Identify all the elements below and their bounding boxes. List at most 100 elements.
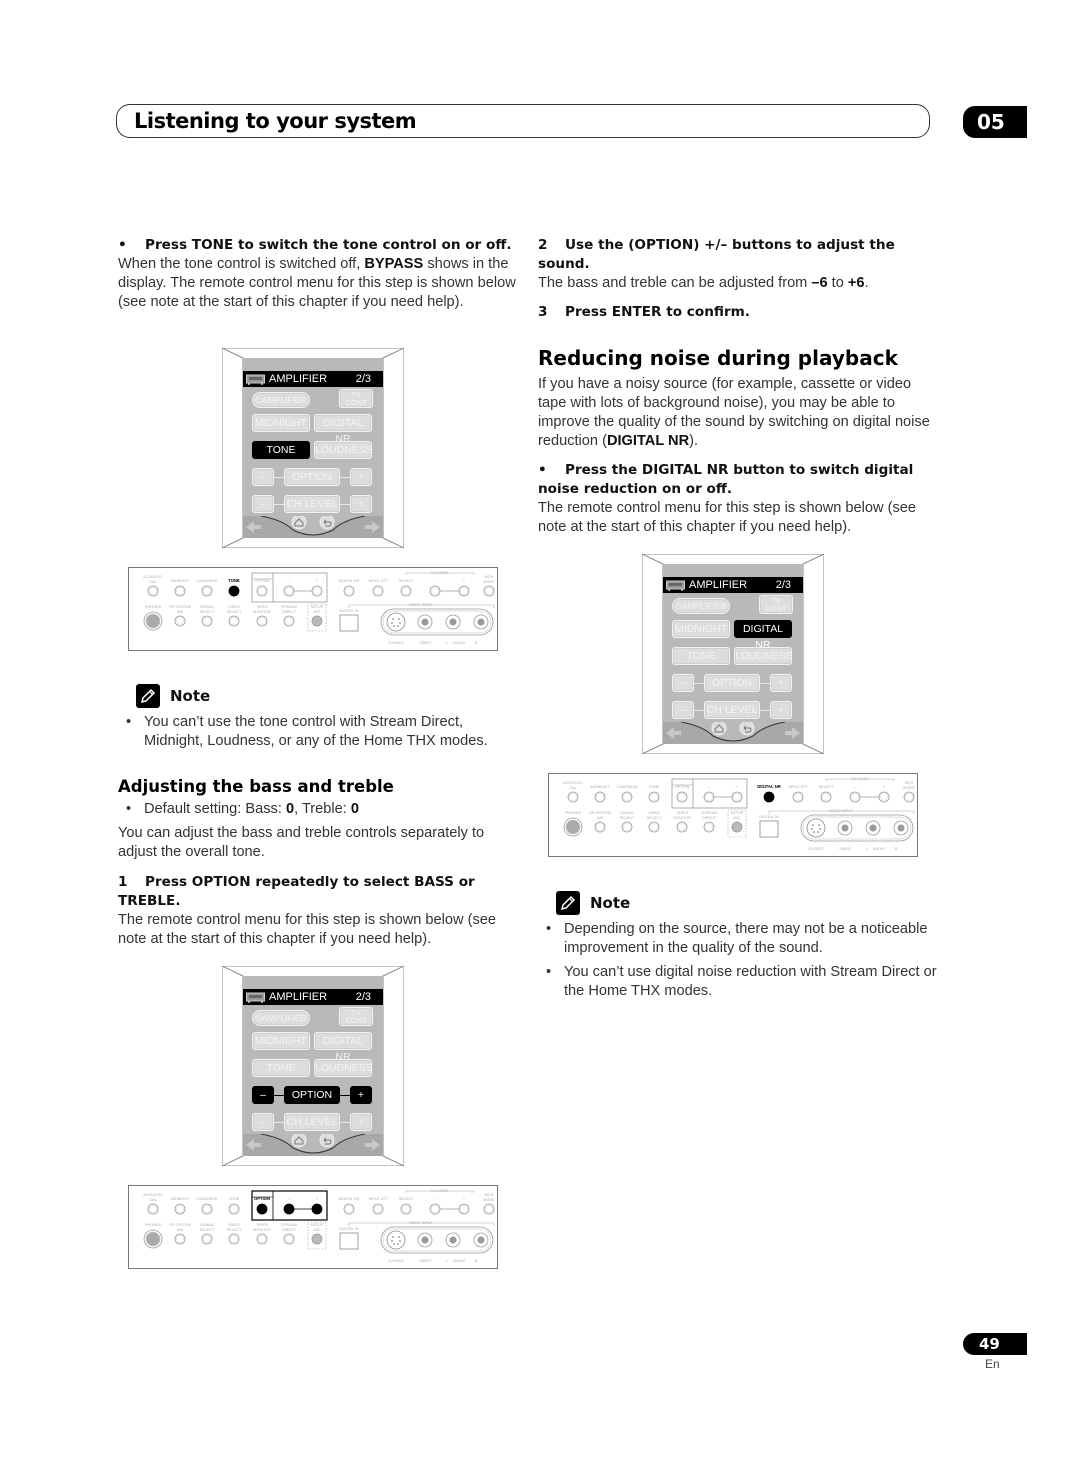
note-header: Note xyxy=(556,891,630,915)
home-icon[interactable] xyxy=(291,516,307,530)
panel-label: CAL xyxy=(569,786,576,790)
panel-label: MIDNIGHT xyxy=(591,785,610,789)
panel-label: VIDEO xyxy=(419,1259,431,1263)
amplifier-power-button[interactable]: ⏻AMPLIFIER xyxy=(252,392,310,408)
option-minus-button[interactable]: – xyxy=(252,1086,274,1104)
panel-button-option[interactable] xyxy=(256,1203,268,1215)
digital-in-port[interactable] xyxy=(339,614,359,632)
panel-label: SELECT xyxy=(620,816,635,820)
option-minus-button[interactable]: – xyxy=(252,468,274,486)
option-button[interactable]: OPTION xyxy=(284,468,340,486)
ch-level-button[interactable]: CH LEVEL xyxy=(284,495,340,513)
amplifier-power-button[interactable]: ⏻AMPLIFIER xyxy=(252,1010,310,1026)
return-icon[interactable] xyxy=(739,722,755,736)
setup-mic-jack[interactable] xyxy=(311,1233,323,1245)
ch-level-minus-button[interactable]: – xyxy=(672,701,694,719)
note-item: You can’t use the tone control with Stre… xyxy=(124,713,524,751)
panel-label: SP SYSTEM xyxy=(589,811,611,815)
panel-label: CAL xyxy=(149,1198,156,1202)
panel-label: VIDEO xyxy=(648,811,660,815)
panel-label: STREAM xyxy=(281,1223,297,1227)
digital-nr-button[interactable]: DIGITAL NR xyxy=(314,414,372,445)
midnight-button[interactable]: MIDNIGHT xyxy=(672,620,730,638)
panel-button-tone[interactable] xyxy=(228,585,240,597)
ch-level-plus-button[interactable]: + xyxy=(770,701,792,719)
remote-title: AMPLIFIER xyxy=(269,991,328,1003)
note-item: You can’t use digital noise reduction wi… xyxy=(544,963,944,1001)
home-icon[interactable] xyxy=(711,722,727,736)
s-video-jack[interactable] xyxy=(806,818,826,838)
tone-button[interactable]: TONE xyxy=(252,1059,310,1077)
option-plus-button[interactable]: + xyxy=(350,468,372,486)
ch-level-minus-button[interactable]: – xyxy=(252,495,274,513)
option-plus-button[interactable]: + xyxy=(770,674,792,692)
panel-label: + xyxy=(463,579,466,583)
panel-label: – xyxy=(288,579,291,583)
digital-nr-button[interactable]: DIGITAL NR xyxy=(734,620,792,651)
amplifier-power-button[interactable]: ⏻AMPLIFIER xyxy=(672,598,730,614)
panel-label: CH LEVEL xyxy=(851,777,869,781)
panel-label: DIGITAL NR xyxy=(757,784,781,789)
panel-label: + xyxy=(736,785,739,789)
remote-screen-option: AMPLIFIER 2/3 ⏻AMPLIFIER TV CONT MIDNIGHT… xyxy=(222,966,404,1166)
home-icon[interactable] xyxy=(291,1134,307,1148)
remote-screen: AMPLIFIER 2/3 ⏻AMPLIFIER TV CONT MIDNIGHT… xyxy=(663,564,803,744)
amplifier-device-icon xyxy=(246,374,265,385)
tv-cont-button[interactable]: TV CONT xyxy=(339,389,373,408)
panel-label: OPTION xyxy=(255,579,270,583)
panel-label: CAL xyxy=(149,580,156,584)
ch-level-plus-button[interactable]: + xyxy=(350,1113,372,1131)
panel-label: AUDIO xyxy=(873,847,885,851)
note-header: Note xyxy=(136,684,210,708)
ch-level-button[interactable]: CH LEVEL xyxy=(704,701,760,719)
noise-step: • Press the DIGITAL NR button to switch d… xyxy=(538,462,916,535)
panel-label: R xyxy=(475,1259,478,1263)
ch-level-button[interactable]: CH LEVEL xyxy=(284,1113,340,1131)
setup-mic-jack[interactable] xyxy=(731,821,743,833)
front-panel-drawing: CH LEVEL ACOUSTICCAL MIDNIGHT LOUDNESS TONE O… xyxy=(143,1189,495,1263)
panel-label: + xyxy=(316,579,319,583)
midnight-button[interactable]: MIDNIGHT xyxy=(252,1032,310,1050)
panel-label: R xyxy=(895,847,898,851)
note-list: Depending on the source, there may not b… xyxy=(544,920,944,1001)
amplifier-device-icon xyxy=(246,992,265,1003)
panel-button-digital-nr[interactable] xyxy=(763,791,775,803)
panel-label: SELECT xyxy=(200,610,215,614)
digital-in-port[interactable] xyxy=(339,1232,359,1250)
midnight-button[interactable]: MIDNIGHT xyxy=(252,414,310,432)
panel-label: MONITOR xyxy=(253,1228,271,1232)
option-button[interactable]: OPTION xyxy=(284,1086,340,1104)
panel-label: SP SYSTEM xyxy=(169,1223,191,1227)
bass-treble-intro: You can adjust the bass and treble contr… xyxy=(118,825,485,860)
remote-page: 2/3 xyxy=(775,579,791,591)
loudness-button[interactable]: LOUDNESS xyxy=(314,1059,373,1077)
loudness-button[interactable]: LOUDNESS xyxy=(314,441,373,459)
option-plus-button[interactable]: + xyxy=(350,1086,372,1104)
panel-label: VIDEO INPUT xyxy=(409,1221,434,1225)
setup-mic-jack[interactable] xyxy=(311,615,323,627)
panel-label: DIRECT xyxy=(282,610,297,614)
s-video-jack[interactable] xyxy=(386,1230,406,1250)
panel-button--[interactable] xyxy=(283,1203,295,1215)
return-icon[interactable] xyxy=(319,516,335,530)
panel-button--[interactable] xyxy=(311,1203,323,1215)
option-button[interactable]: OPTION xyxy=(704,674,760,692)
s-video-jack[interactable] xyxy=(386,612,406,632)
ch-level-plus-button[interactable]: + xyxy=(350,495,372,513)
option-minus-button[interactable]: – xyxy=(672,674,694,692)
panel-label: S-VIDEO xyxy=(808,847,824,851)
ch-level-minus-button[interactable]: – xyxy=(252,1113,274,1131)
panel-label: A/B xyxy=(177,610,184,614)
panel-label: PHONES xyxy=(145,605,162,609)
tone-button[interactable]: TONE xyxy=(672,647,730,665)
panel-label: VIDEO INPUT xyxy=(829,809,854,813)
digital-in-port[interactable] xyxy=(759,820,779,838)
loudness-button[interactable]: LOUDNESS xyxy=(734,647,793,665)
panel-label: STREAM xyxy=(281,605,297,609)
tv-cont-button[interactable]: TV CONT xyxy=(759,595,793,614)
digital-nr-button[interactable]: DIGITAL NR xyxy=(314,1032,372,1063)
tv-cont-button[interactable]: TV CONT xyxy=(339,1007,373,1026)
panel-label: MIDNIGHT xyxy=(171,1197,190,1201)
return-icon[interactable] xyxy=(319,1134,335,1148)
tone-button[interactable]: TONE xyxy=(252,441,310,459)
